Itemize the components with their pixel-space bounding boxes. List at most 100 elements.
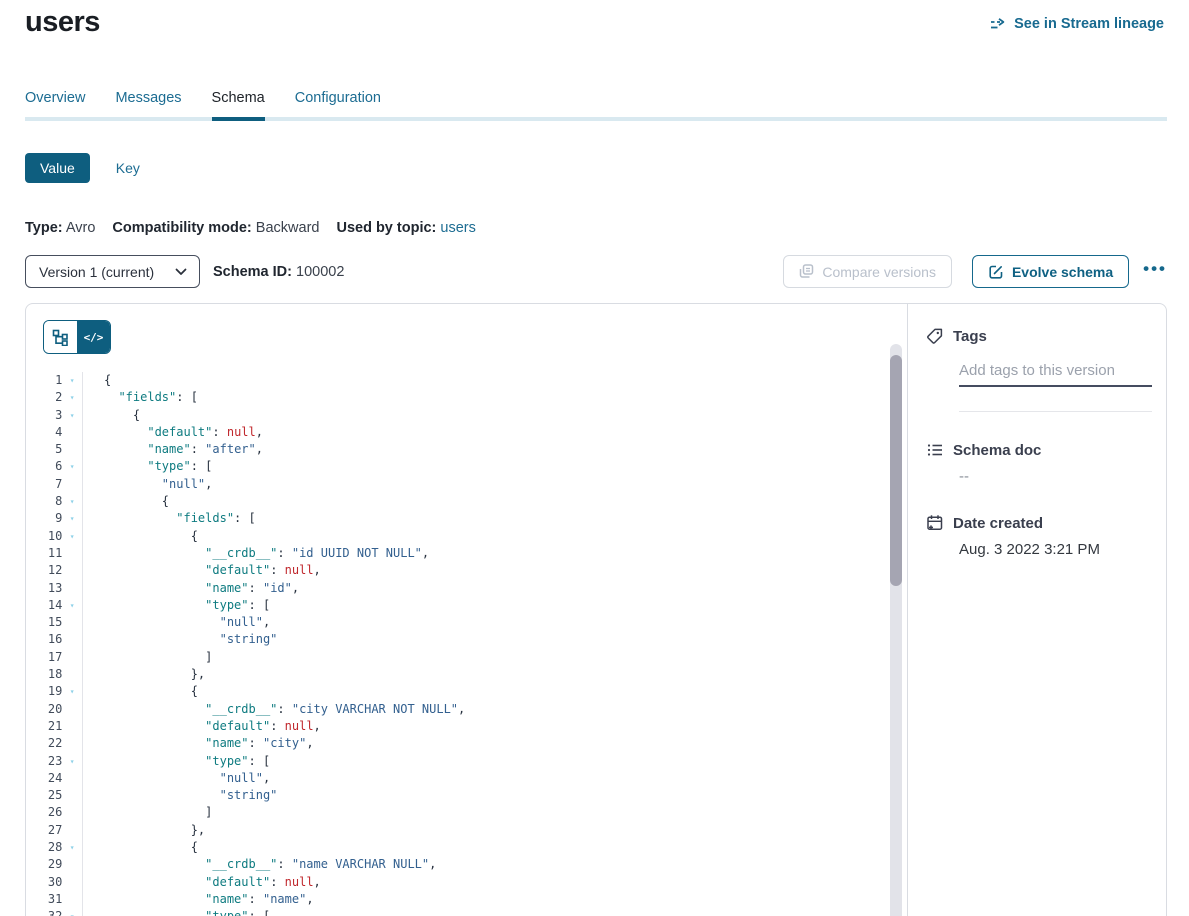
schema-page: users See in Stream lineage Overview Mess…	[0, 0, 1189, 916]
line-number: 8	[26, 493, 62, 510]
fold-toggle-icon[interactable]: ▾	[62, 753, 82, 770]
copy-icon	[799, 264, 814, 279]
schema-code-pane: </> 1▾{2▾ "fields": [3▾ {4 "default": nu…	[26, 304, 908, 916]
code-view-button[interactable]: </>	[77, 321, 110, 353]
meta-type-: Type: Avro	[25, 220, 95, 236]
line-number: 21	[26, 718, 62, 735]
fold-toggle-icon[interactable]: ▾	[62, 683, 82, 700]
code-line[interactable]: 10▾ {	[26, 528, 907, 545]
schema-id: Schema ID: 100002	[213, 264, 344, 280]
code-line[interactable]: 12 "default": null,	[26, 562, 907, 579]
line-number: 13	[26, 580, 62, 597]
tab-schema[interactable]: Schema	[212, 90, 265, 121]
code-line[interactable]: 27 },	[26, 822, 907, 839]
code-line[interactable]: 3▾ {	[26, 407, 907, 424]
code-line[interactable]: 17 ]	[26, 649, 907, 666]
editor-scrollbar-track[interactable]	[890, 344, 902, 916]
code-line[interactable]: 5 "name": "after",	[26, 441, 907, 458]
code-line[interactable]: 30 "default": null,	[26, 874, 907, 891]
code-editor[interactable]: 1▾{2▾ "fields": [3▾ {4 "default": null,5…	[26, 372, 907, 916]
line-number: 23	[26, 753, 62, 770]
add-tags-input[interactable]	[959, 358, 1152, 387]
code-line[interactable]: 19▾ {	[26, 683, 907, 700]
code-line[interactable]: 9▾ "fields": [	[26, 510, 907, 527]
code-line[interactable]: 32▾ "type": [	[26, 908, 907, 916]
tree-view-button[interactable]	[44, 321, 77, 353]
line-number: 17	[26, 649, 62, 666]
code-line[interactable]: 23▾ "type": [	[26, 753, 907, 770]
line-number: 25	[26, 787, 62, 804]
code-line[interactable]: 18 },	[26, 666, 907, 683]
line-number: 10	[26, 528, 62, 545]
version-select[interactable]: Version 1 (current)	[25, 255, 200, 288]
line-number: 3	[26, 407, 62, 424]
code-line[interactable]: 31 "name": "name",	[26, 891, 907, 908]
tab-configuration[interactable]: Configuration	[295, 90, 381, 121]
fold-toggle-icon[interactable]: ▾	[62, 458, 82, 475]
fold-spacer	[62, 441, 82, 458]
code-line[interactable]: 8▾ {	[26, 493, 907, 510]
fold-toggle-icon[interactable]: ▾	[62, 510, 82, 527]
fold-spacer	[62, 476, 82, 493]
line-number: 14	[26, 597, 62, 614]
code-line[interactable]: 15 "null",	[26, 614, 907, 631]
fold-toggle-icon[interactable]: ▾	[62, 597, 82, 614]
code-line[interactable]: 1▾{	[26, 372, 907, 389]
line-number: 6	[26, 458, 62, 475]
code-line[interactable]: 6▾ "type": [	[26, 458, 907, 475]
tab-value[interactable]: Value	[25, 153, 90, 183]
see-in-stream-lineage-link[interactable]: See in Stream lineage	[990, 16, 1164, 32]
stream-lineage-icon	[990, 17, 1007, 31]
code-line[interactable]: 25 "string"	[26, 787, 907, 804]
code-icon: </>	[84, 331, 104, 344]
line-number: 30	[26, 874, 62, 891]
tab-key[interactable]: Key	[116, 160, 140, 176]
compare-versions-button[interactable]: Compare versions	[783, 255, 952, 288]
code-line[interactable]: 20 "__crdb__": "city VARCHAR NOT NULL",	[26, 701, 907, 718]
fold-toggle-icon[interactable]: ▾	[62, 908, 82, 916]
topic-link[interactable]: users	[436, 220, 476, 236]
fold-toggle-icon[interactable]: ▾	[62, 389, 82, 406]
fold-spacer	[62, 874, 82, 891]
code-line[interactable]: 21 "default": null,	[26, 718, 907, 735]
value-key-toggle: Value Key	[25, 153, 140, 183]
view-mode-toggle: </>	[43, 320, 111, 354]
calendar-plus-icon	[926, 514, 944, 532]
line-number: 9	[26, 510, 62, 527]
fold-spacer	[62, 718, 82, 735]
code-line[interactable]: 22 "name": "city",	[26, 735, 907, 752]
evolve-schema-button[interactable]: Evolve schema	[972, 255, 1129, 288]
line-number: 18	[26, 666, 62, 683]
date-created-value: Aug. 3 2022 3:21 PM	[959, 541, 1152, 558]
code-line[interactable]: 28▾ {	[26, 839, 907, 856]
schema-doc-value: --	[959, 468, 1152, 485]
code-line[interactable]: 26 ]	[26, 804, 907, 821]
editor-scrollbar-thumb[interactable]	[890, 355, 902, 586]
fold-toggle-icon[interactable]: ▾	[62, 493, 82, 510]
fold-spacer	[62, 735, 82, 752]
fold-spacer	[62, 701, 82, 718]
tab-messages[interactable]: Messages	[115, 90, 181, 121]
code-line[interactable]: 29 "__crdb__": "name VARCHAR NULL",	[26, 856, 907, 873]
tab-overview[interactable]: Overview	[25, 90, 85, 121]
line-number: 26	[26, 804, 62, 821]
schema-meta-row: Type: AvroCompatibility mode: BackwardUs…	[25, 220, 476, 236]
code-line[interactable]: 11 "__crdb__": "id UUID NOT NULL",	[26, 545, 907, 562]
line-number: 31	[26, 891, 62, 908]
line-number: 28	[26, 839, 62, 856]
code-line[interactable]: 2▾ "fields": [	[26, 389, 907, 406]
version-toolbar: Version 1 (current) Schema ID: 100002 Co…	[25, 255, 1167, 288]
code-line[interactable]: 13 "name": "id",	[26, 580, 907, 597]
more-actions-button[interactable]: •••	[1143, 264, 1167, 280]
fold-toggle-icon[interactable]: ▾	[62, 839, 82, 856]
line-number: 5	[26, 441, 62, 458]
code-line[interactable]: 24 "null",	[26, 770, 907, 787]
code-line[interactable]: 4 "default": null,	[26, 424, 907, 441]
fold-toggle-icon[interactable]: ▾	[62, 372, 82, 389]
line-number: 7	[26, 476, 62, 493]
fold-toggle-icon[interactable]: ▾	[62, 407, 82, 424]
fold-toggle-icon[interactable]: ▾	[62, 528, 82, 545]
code-line[interactable]: 14▾ "type": [	[26, 597, 907, 614]
code-line[interactable]: 16 "string"	[26, 631, 907, 648]
code-line[interactable]: 7 "null",	[26, 476, 907, 493]
